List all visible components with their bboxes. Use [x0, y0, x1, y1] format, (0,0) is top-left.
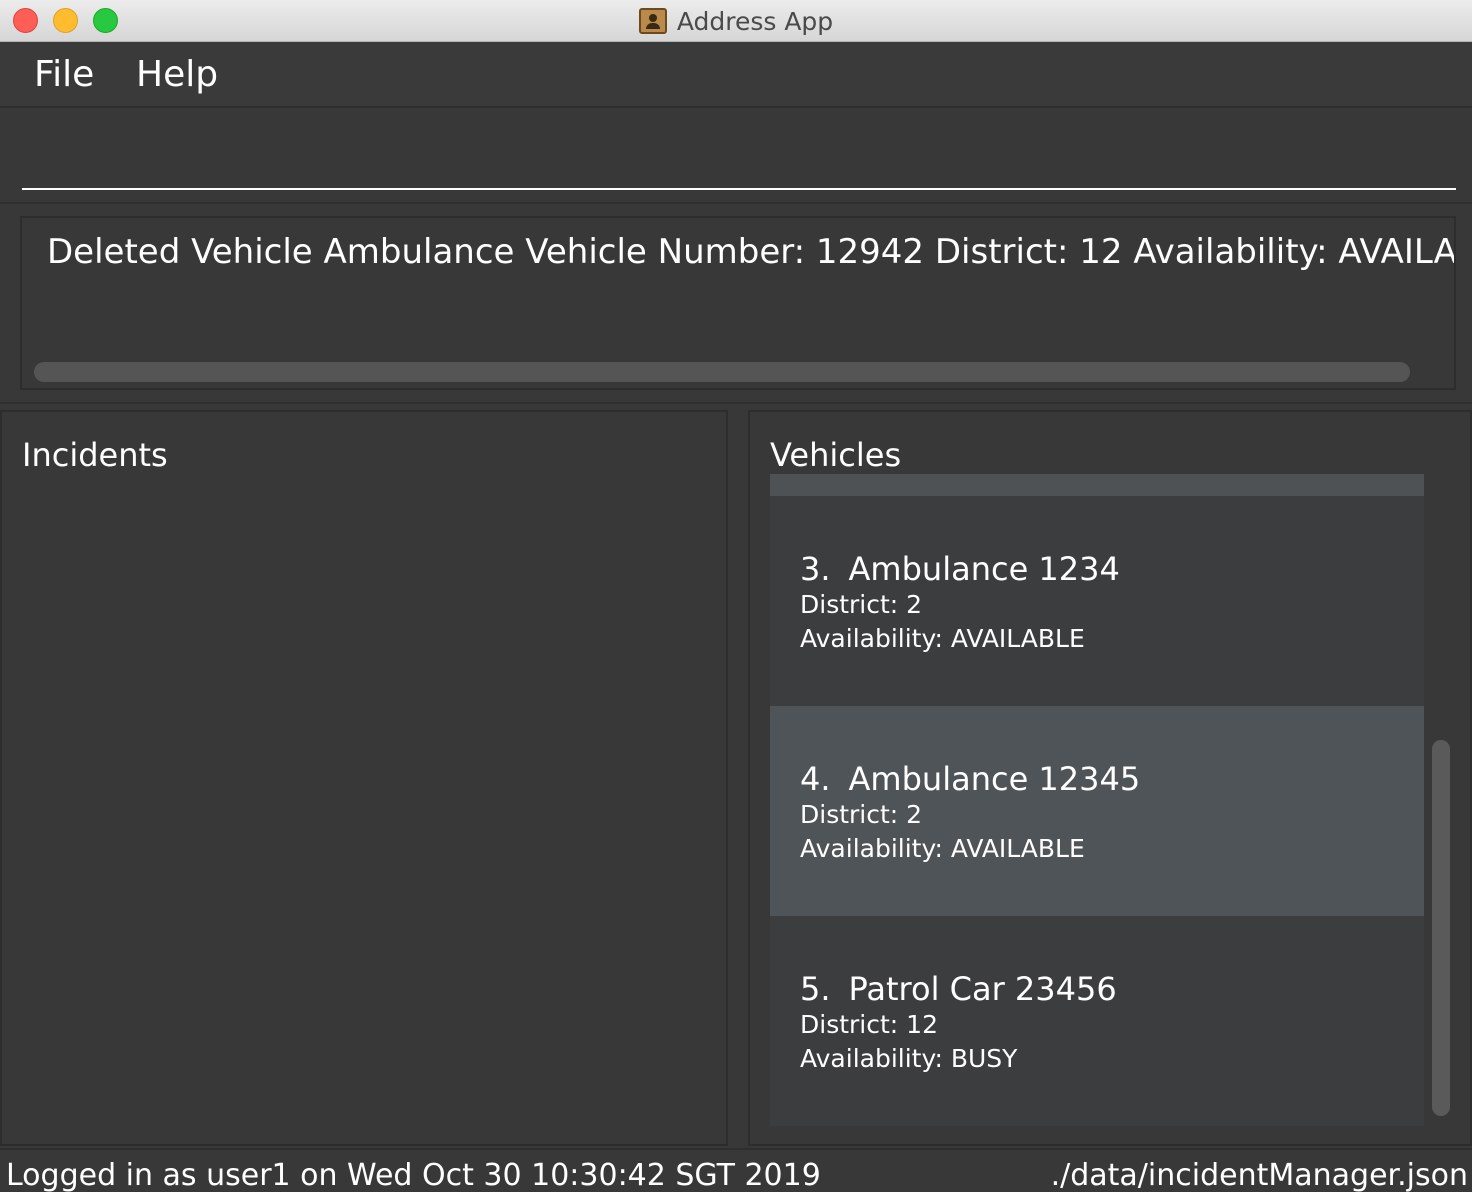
vehicle-availability: Availability: BUSY: [800, 1044, 1018, 1073]
vehicle-district: District: 2: [800, 800, 923, 829]
vehicle-name: Ambulance 1234: [848, 550, 1120, 588]
vertical-scrollbar[interactable]: [1432, 740, 1450, 1116]
address-book-icon: [638, 8, 667, 34]
incidents-panel: Incidents: [0, 410, 728, 1146]
vehicle-availability: Availability: AVAILABLE: [800, 834, 1085, 863]
login-status: Logged in as user1 on Wed Oct 30 10:30:4…: [6, 1158, 821, 1192]
vehicles-panel: Vehicles 3. Ambulance 1234 District: 2 Av…: [748, 410, 1472, 1146]
command-input[interactable]: [22, 124, 1456, 190]
result-message: Deleted Vehicle Ambulance Vehicle Number…: [47, 232, 1456, 272]
vehicle-index: 3.: [800, 550, 831, 588]
window-title-group: Address App: [0, 0, 1472, 42]
horizontal-scrollbar[interactable]: [34, 362, 1410, 382]
vehicle-card[interactable]: 3. Ambulance 1234 District: 2 Availabilit…: [770, 496, 1424, 706]
vehicle-name: Patrol Car 23456: [848, 970, 1117, 1008]
list-item-partial[interactable]: [770, 474, 1424, 496]
vehicle-index: 4.: [800, 760, 831, 798]
vehicle-district: District: 2: [800, 590, 923, 619]
menu-bar: File Help: [0, 42, 1472, 108]
vehicle-card-selected[interactable]: 4. Ambulance 12345 District: 2 Availabili…: [770, 706, 1424, 916]
vehicle-name-line: 3. Ambulance 1234: [800, 550, 1120, 588]
incidents-title: Incidents: [22, 436, 168, 474]
command-box: [0, 110, 1472, 204]
vehicle-list[interactable]: 3. Ambulance 1234 District: 2 Availabilit…: [770, 474, 1424, 1126]
window-title: Address App: [676, 6, 834, 36]
vehicle-district: District: 12: [800, 1010, 938, 1039]
title-bar: Address App: [0, 0, 1472, 42]
menu-file[interactable]: File: [34, 54, 94, 95]
vehicle-card[interactable]: 5. Patrol Car 23456 District: 12 Availabi…: [770, 916, 1424, 1126]
vehicle-name: Ambulance 12345: [848, 760, 1141, 798]
status-bar: Logged in as user1 on Wed Oct 30 10:30:4…: [0, 1148, 1472, 1192]
vehicle-availability: Availability: AVAILABLE: [800, 624, 1085, 653]
vehicles-title: Vehicles: [770, 436, 902, 474]
vehicle-index: 5.: [800, 970, 831, 1008]
vehicle-name-line: 4. Ambulance 12345: [800, 760, 1140, 798]
data-file-path: ./data/incidentManager.json: [1050, 1158, 1468, 1192]
vehicle-name-line: 5. Patrol Car 23456: [800, 970, 1117, 1008]
menu-help[interactable]: Help: [136, 54, 218, 95]
result-display: Deleted Vehicle Ambulance Vehicle Number…: [20, 216, 1456, 390]
result-display-area: Deleted Vehicle Ambulance Vehicle Number…: [0, 206, 1472, 404]
